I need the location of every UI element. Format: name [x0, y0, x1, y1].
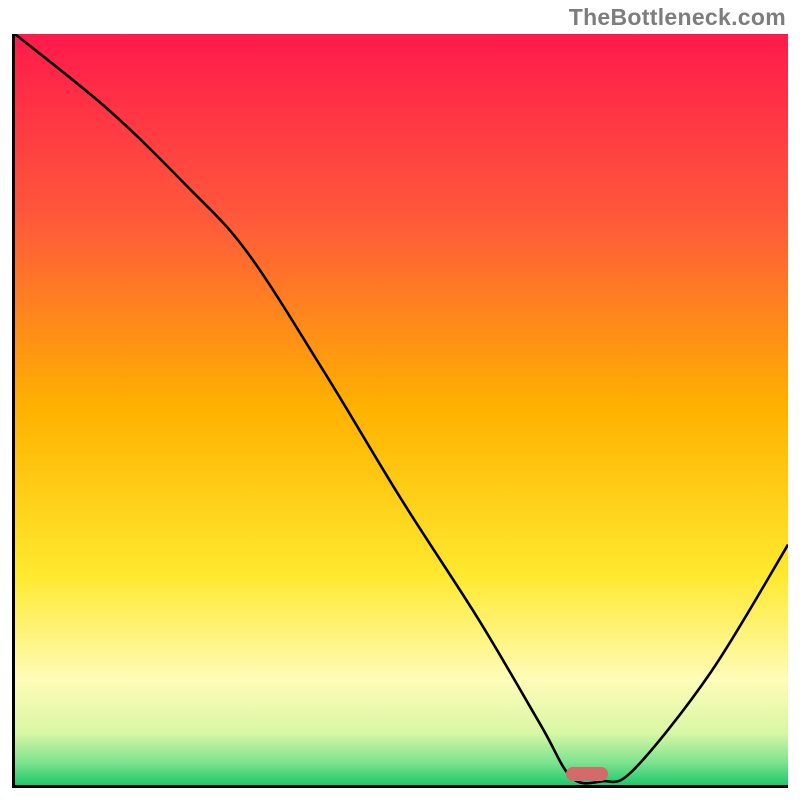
- watermark-text: TheBottleneck.com: [569, 4, 786, 31]
- plot-area: [12, 34, 788, 788]
- bottleneck-curve: [15, 34, 788, 785]
- optimal-marker: [566, 767, 608, 781]
- chart-container: TheBottleneck.com: [0, 0, 800, 800]
